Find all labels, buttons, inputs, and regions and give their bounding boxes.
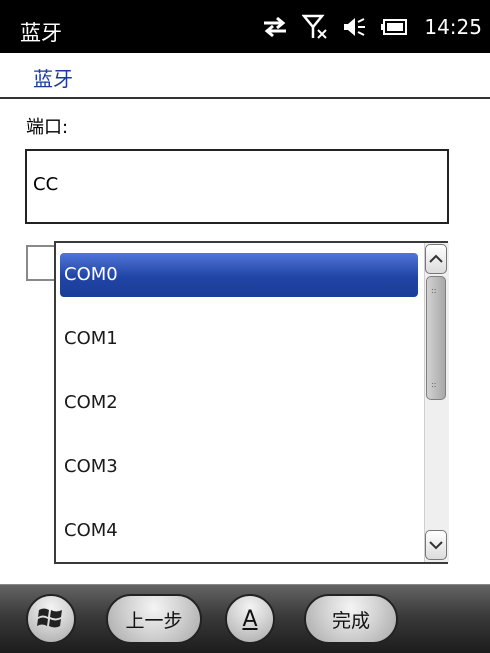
page-title: 蓝牙 (33, 67, 73, 91)
done-button[interactable]: 完成 (304, 594, 398, 644)
back-button[interactable]: 上一步 (106, 594, 202, 644)
dropdown-item-label: COM1 (64, 328, 118, 349)
status-icons: 14:25 (262, 14, 482, 40)
windows-start-icon (37, 608, 62, 628)
dropdown-item-label: COM4 (64, 520, 118, 541)
dropdown-scrollbar[interactable]: :: :: (424, 243, 449, 562)
done-button-label: 完成 (331, 609, 370, 632)
grip-icon: :: (431, 286, 437, 295)
volume-icon[interactable] (342, 16, 366, 38)
status-bar: 蓝牙 14:25 (0, 0, 490, 53)
port-combobox-value: CC (33, 174, 59, 195)
chevron-down-icon (429, 541, 443, 550)
clock[interactable]: 14:25 (424, 15, 482, 39)
dropdown-item-com2[interactable]: COM2 (56, 371, 422, 435)
keyboard-icon: A (242, 606, 258, 632)
dropdown-item-com3[interactable]: COM3 (56, 435, 422, 499)
port-dropdown-list[interactable]: COM0 COM1 COM2 COM3 COM4 :: :: (54, 241, 449, 564)
dropdown-items: COM0 COM1 COM2 COM3 COM4 (56, 243, 422, 562)
dropdown-item-com0[interactable]: COM0 (60, 253, 418, 297)
dropdown-item-com4[interactable]: COM4 (56, 499, 422, 563)
page-header: 蓝牙 (0, 53, 490, 99)
scroll-thumb[interactable]: :: :: (426, 276, 446, 400)
port-combobox[interactable]: CC (25, 149, 449, 224)
dropdown-item-label: COM3 (64, 456, 118, 477)
status-title: 蓝牙 (20, 21, 62, 45)
scroll-up-button[interactable] (425, 244, 447, 274)
battery-icon[interactable] (380, 18, 408, 36)
input-panel-button[interactable]: A (225, 594, 275, 644)
chevron-up-icon (429, 254, 443, 263)
scroll-down-button[interactable] (425, 530, 447, 560)
back-button-label: 上一步 (125, 609, 183, 632)
signal-off-icon[interactable] (302, 14, 328, 40)
grip-icon: :: (431, 380, 437, 389)
start-button[interactable] (26, 594, 76, 644)
dropdown-item-com1[interactable]: COM1 (56, 307, 422, 371)
port-label: 端口: (26, 117, 69, 138)
connectivity-icon[interactable] (262, 16, 288, 38)
softkey-bar: 上一步 A 完成 (0, 584, 490, 653)
content-area: 端口: CC COM0 COM1 COM2 COM3 COM4:::: (0, 99, 490, 584)
dropdown-item-label: COM2 (64, 392, 118, 413)
dropdown-item-label: COM0 (64, 264, 118, 285)
